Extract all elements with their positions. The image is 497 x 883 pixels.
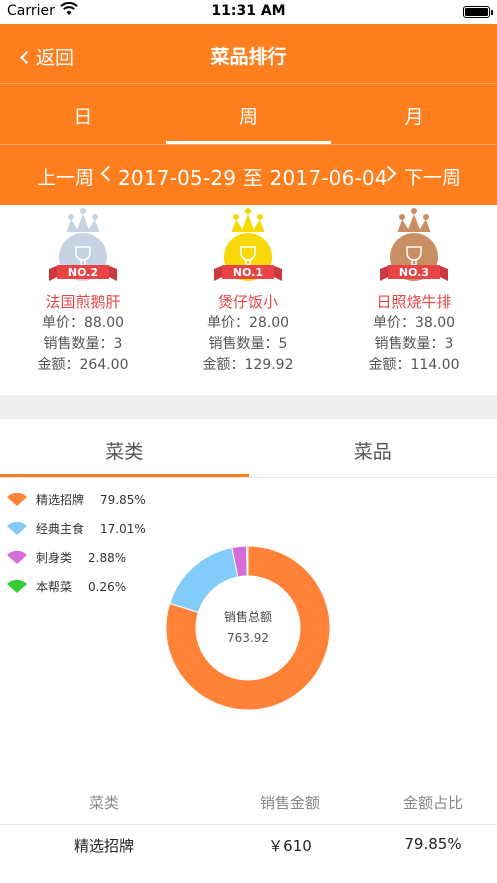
legend-swatch xyxy=(7,550,27,564)
chevron-left-icon[interactable] xyxy=(100,165,117,182)
legend-percent: 79.85% xyxy=(100,492,146,507)
clock: 11:31 AM xyxy=(211,3,286,19)
sales-quantity: 销售数量：3 xyxy=(374,336,454,352)
dish-name: 日照烧牛排 xyxy=(376,293,452,311)
tab-month[interactable]: 月 xyxy=(331,84,497,144)
table-header: 菜类 销售金额 金额占比 xyxy=(0,790,497,824)
rank-card-3[interactable]: NO.3 日照烧牛排 单价：38.00 销售数量：3 金额：114.00 xyxy=(334,205,494,376)
battery-icon xyxy=(463,6,493,18)
divider xyxy=(0,824,497,825)
tab-day[interactable]: 日 xyxy=(0,84,166,144)
legend-label: 经典主食 xyxy=(36,522,85,536)
rank-badge: NO.2 xyxy=(68,266,98,279)
legend-label: 刺身类 xyxy=(36,551,73,565)
silver-medal-icon: NO.2 xyxy=(43,205,123,291)
tab-dish[interactable]: 菜品 xyxy=(249,419,497,477)
donut-center-value: 763.92 xyxy=(227,631,269,645)
unit-price: 单价：28.00 xyxy=(206,315,290,331)
legend-swatch xyxy=(7,521,27,535)
dish-name: 煲仔饭小 xyxy=(217,293,278,311)
rank-card-2[interactable]: NO.2 法国煎鹅肝 单价：88.00 销售数量：3 金额：264.00 xyxy=(3,205,163,376)
donut-slice-3[interactable] xyxy=(246,545,249,577)
section-separator xyxy=(0,395,497,419)
divider xyxy=(0,477,497,478)
donut-center-title: 销售总额 xyxy=(223,610,272,624)
legend-percent: 0.26% xyxy=(88,579,127,594)
table-row[interactable]: 精选招牌 ￥610 79.85% xyxy=(0,835,497,865)
ranking-podium: NO.2 法国煎鹅肝 单价：88.00 销售数量：3 金额：264.00 NO.… xyxy=(0,205,497,395)
legend-swatch xyxy=(7,579,27,593)
legend-percent: 2.88% xyxy=(88,550,127,565)
dish-name: 法国煎鹅肝 xyxy=(45,293,121,311)
rank-badge: NO.3 xyxy=(399,266,429,279)
legend-item: 本帮菜 0.26% xyxy=(6,572,146,601)
period-tabs: 日 周 月 xyxy=(0,84,497,144)
rank-card-1[interactable]: NO.1 煲仔饭小 单价：28.00 销售数量：5 金额：129.92 xyxy=(168,205,328,376)
rank-badge: NO.1 xyxy=(233,266,263,279)
tab-category[interactable]: 菜类 xyxy=(0,419,249,477)
column-header-category: 菜类 xyxy=(88,794,119,812)
donut-center: 销售总额 763.92 xyxy=(198,608,298,645)
unit-price: 单价：38.00 xyxy=(372,315,456,331)
chart-legend: 精选招牌 79.85% 经典主食 17.01% 刺身类 2.88% 本帮菜 0.… xyxy=(6,485,146,601)
legend-item: 精选招牌 79.85% xyxy=(6,485,146,514)
cell-ratio: 79.85% xyxy=(404,835,462,853)
unit-price: 单价：88.00 xyxy=(41,315,125,331)
previous-week-button[interactable]: 上一周 xyxy=(37,163,94,190)
category-tabs: 菜类 菜品 xyxy=(0,419,497,477)
column-header-ratio: 金额占比 xyxy=(402,794,463,812)
cell-category: 精选招牌 xyxy=(73,837,134,855)
gold-medal-icon: NO.1 xyxy=(208,205,288,291)
navigation-bar: 返回 菜品排行 xyxy=(0,24,497,84)
bronze-medal-icon: NO.3 xyxy=(374,205,454,291)
legend-percent: 17.01% xyxy=(100,521,146,536)
sales-amount: 金额：129.92 xyxy=(202,357,294,373)
next-week-button[interactable]: 下一周 xyxy=(404,163,461,190)
legend-label: 精选招牌 xyxy=(36,493,85,507)
legend-item: 经典主食 17.01% xyxy=(6,514,146,543)
sales-quantity: 销售数量：3 xyxy=(43,336,123,352)
legend-item: 刺身类 2.88% xyxy=(6,543,146,572)
date-range-bar: 上一周 2017-05-29 至 2017-06-04 下一周 xyxy=(0,145,497,205)
status-bar: Carrier 11:31 AM xyxy=(0,0,497,24)
sales-amount: 金额：114.00 xyxy=(368,357,460,373)
legend-label: 本帮菜 xyxy=(36,580,73,594)
donut-slice-1[interactable] xyxy=(169,547,239,614)
cell-amount: ￥610 xyxy=(268,837,312,855)
date-range-label: 2017-05-29 至 2017-06-04 xyxy=(118,166,388,190)
sales-amount: 金额：264.00 xyxy=(37,357,129,373)
legend-swatch xyxy=(7,492,27,506)
column-header-amount: 销售金额 xyxy=(259,794,320,812)
page-title: 菜品排行 xyxy=(210,46,287,68)
tab-week[interactable]: 周 xyxy=(165,84,332,144)
sales-quantity: 销售数量：5 xyxy=(208,336,288,352)
